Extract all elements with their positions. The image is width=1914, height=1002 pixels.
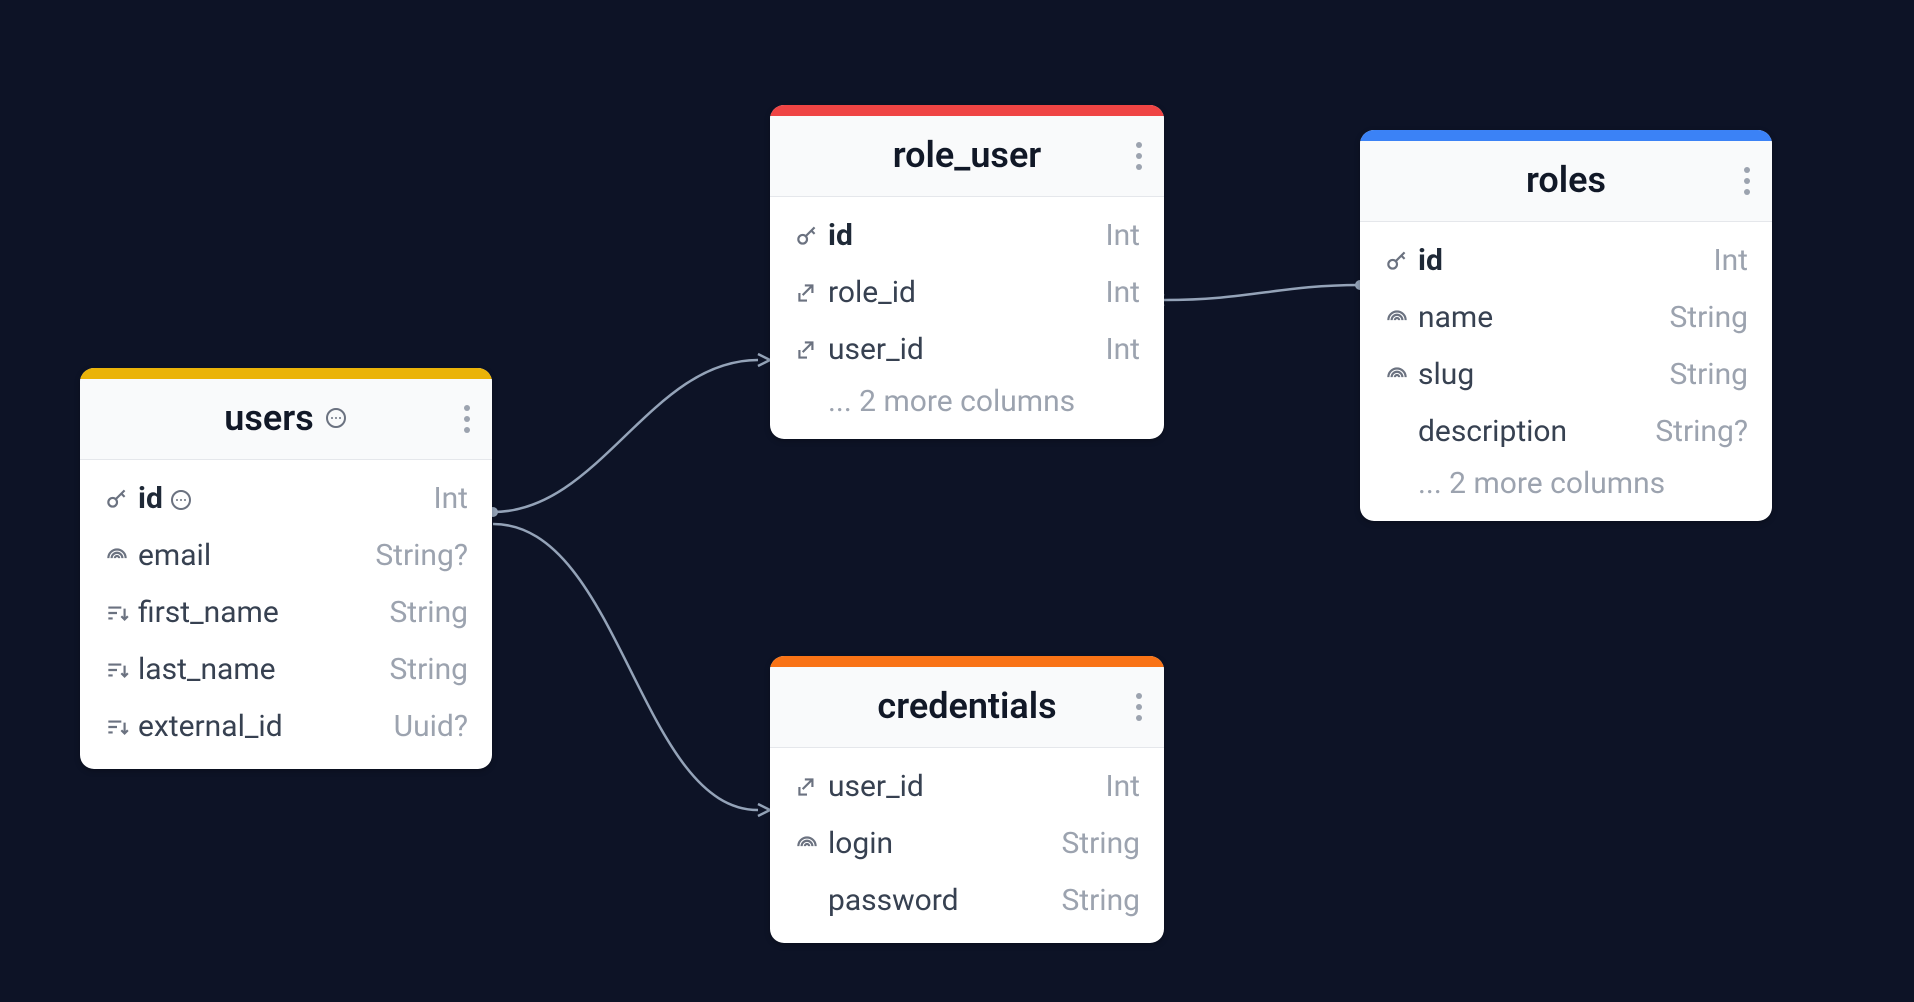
entity-columns: user_id Int login String password String bbox=[770, 748, 1164, 943]
column-type: String bbox=[1045, 878, 1140, 923]
entity-accent bbox=[80, 368, 492, 379]
column-name: id bbox=[828, 213, 853, 258]
fingerprint-icon bbox=[1384, 362, 1418, 388]
entity-menu-button[interactable] bbox=[1744, 167, 1750, 195]
column-row[interactable]: email String? bbox=[80, 527, 492, 584]
entity-header: users bbox=[80, 379, 492, 460]
entity-title: users bbox=[224, 397, 347, 439]
column-row[interactable]: external_id Uuid? bbox=[80, 698, 492, 755]
column-row[interactable]: description String? bbox=[1360, 403, 1772, 460]
entity-roles[interactable]: roles id Int name String slug String des… bbox=[1360, 130, 1772, 521]
column-row[interactable]: id Int bbox=[1360, 232, 1772, 289]
column-name: external_id bbox=[138, 704, 283, 749]
sort-icon bbox=[104, 600, 138, 626]
entity-role-user[interactable]: role_user id Int role_id Int user_id Int… bbox=[770, 105, 1164, 439]
column-name: role_id bbox=[828, 270, 916, 315]
entity-title: credentials bbox=[877, 685, 1056, 727]
column-name: name bbox=[1418, 295, 1493, 340]
key-icon bbox=[794, 223, 828, 249]
column-row[interactable]: last_name String bbox=[80, 641, 492, 698]
column-row[interactable]: user_id Int bbox=[770, 758, 1164, 815]
entity-columns: id Int name String slug String descripti… bbox=[1360, 222, 1772, 521]
column-type: String bbox=[1045, 821, 1140, 866]
link-icon bbox=[794, 774, 828, 800]
column-type: Int bbox=[1089, 764, 1140, 809]
more-columns[interactable]: ... 2 more columns bbox=[770, 378, 1164, 425]
column-name: last_name bbox=[138, 647, 276, 692]
column-type: String bbox=[373, 590, 468, 635]
comment-icon bbox=[324, 406, 348, 430]
column-name: user_id bbox=[828, 327, 924, 372]
column-type: String bbox=[373, 647, 468, 692]
link-icon bbox=[794, 280, 828, 306]
column-name: email bbox=[138, 533, 211, 578]
column-row[interactable]: role_id Int bbox=[770, 264, 1164, 321]
column-row[interactable]: first_name String bbox=[80, 584, 492, 641]
more-columns[interactable]: ... 2 more columns bbox=[1360, 460, 1772, 507]
column-type: String bbox=[1653, 352, 1748, 397]
entity-columns: id Int role_id Int user_id Int ... 2 mor… bbox=[770, 197, 1164, 439]
comment-icon bbox=[169, 488, 193, 512]
column-name: password bbox=[828, 878, 959, 923]
column-row[interactable]: password String bbox=[770, 872, 1164, 929]
column-name: description bbox=[1418, 409, 1567, 454]
column-type: Int bbox=[1089, 213, 1140, 258]
diagram-canvas[interactable]: users id Int email String? first_name bbox=[0, 0, 1914, 1002]
column-name: id bbox=[138, 476, 193, 521]
entity-title: roles bbox=[1526, 159, 1606, 201]
column-type: String bbox=[1653, 295, 1748, 340]
column-row[interactable]: id Int bbox=[80, 470, 492, 527]
fingerprint-icon bbox=[104, 543, 138, 569]
entity-users[interactable]: users id Int email String? first_name bbox=[80, 368, 492, 769]
fingerprint-icon bbox=[1384, 305, 1418, 331]
column-name: first_name bbox=[138, 590, 279, 635]
sort-icon bbox=[104, 657, 138, 683]
link-icon bbox=[794, 337, 828, 363]
column-type: Int bbox=[1089, 270, 1140, 315]
key-icon bbox=[1384, 248, 1418, 274]
column-type: Int bbox=[1089, 327, 1140, 372]
column-name: login bbox=[828, 821, 893, 866]
column-type: Uuid? bbox=[378, 704, 468, 749]
entity-header: roles bbox=[1360, 141, 1772, 222]
column-type: Int bbox=[417, 476, 468, 521]
entity-accent bbox=[770, 105, 1164, 116]
entity-credentials[interactable]: credentials user_id Int login String pas… bbox=[770, 656, 1164, 943]
column-row[interactable]: slug String bbox=[1360, 346, 1772, 403]
entity-accent bbox=[770, 656, 1164, 667]
column-type: String? bbox=[359, 533, 468, 578]
column-row[interactable]: id Int bbox=[770, 207, 1164, 264]
entity-menu-button[interactable] bbox=[464, 405, 470, 433]
column-type: String? bbox=[1639, 409, 1748, 454]
entity-menu-button[interactable] bbox=[1136, 693, 1142, 721]
entity-header: role_user bbox=[770, 116, 1164, 197]
entity-menu-button[interactable] bbox=[1136, 142, 1142, 170]
column-name: slug bbox=[1418, 352, 1474, 397]
entity-columns: id Int email String? first_name String l… bbox=[80, 460, 492, 769]
column-row[interactable]: login String bbox=[770, 815, 1164, 872]
entity-title: role_user bbox=[893, 134, 1042, 176]
entity-header: credentials bbox=[770, 667, 1164, 748]
column-name: id bbox=[1418, 238, 1443, 283]
column-name: user_id bbox=[828, 764, 924, 809]
entity-accent bbox=[1360, 130, 1772, 141]
column-row[interactable]: name String bbox=[1360, 289, 1772, 346]
column-type: Int bbox=[1697, 238, 1748, 283]
fingerprint-icon bbox=[794, 831, 828, 857]
column-row[interactable]: user_id Int bbox=[770, 321, 1164, 378]
sort-icon bbox=[104, 714, 138, 740]
key-icon bbox=[104, 486, 138, 512]
